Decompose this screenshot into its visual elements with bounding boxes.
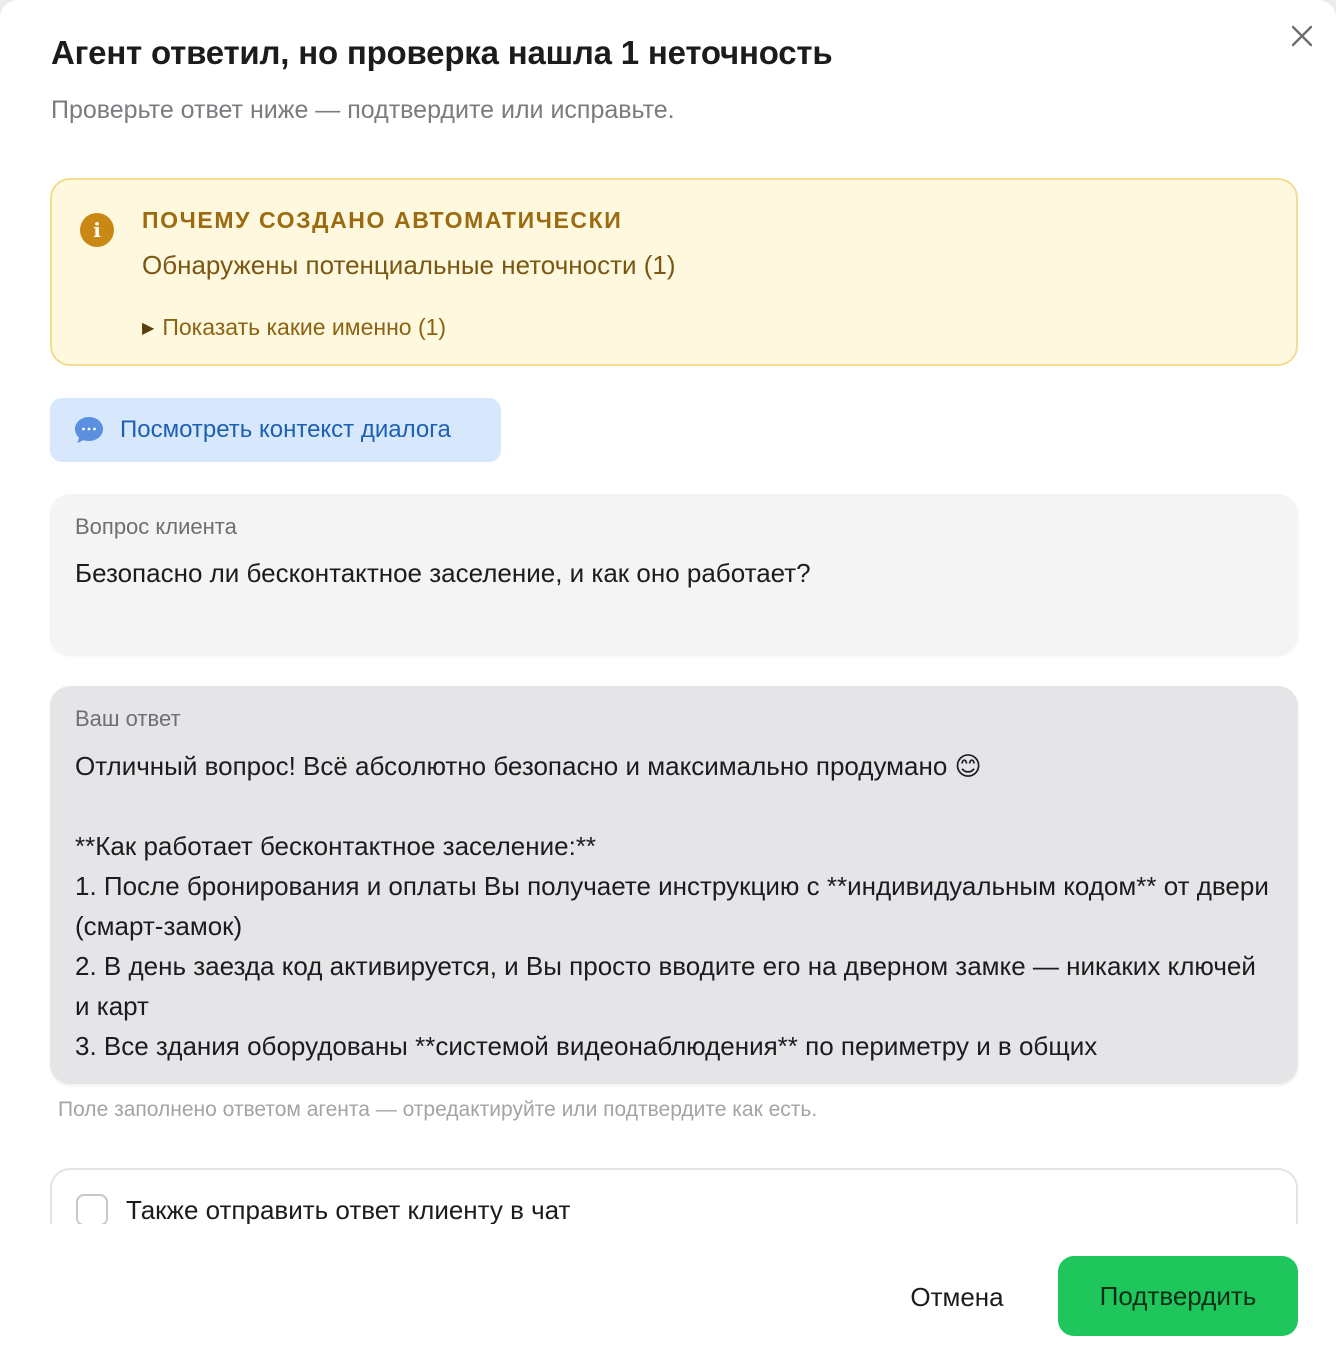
show-inaccuracies-toggle[interactable]: ▶ Показать какие именно (1) xyxy=(142,314,446,341)
dialog-title: Агент ответил, но проверка нашла 1 неточ… xyxy=(51,34,833,71)
context-button-label: Посмотреть контекст диалога xyxy=(120,416,451,443)
expand-triangle-icon: ▶ xyxy=(142,319,155,337)
answer-label: Ваш ответ xyxy=(75,706,181,731)
dialog-subtitle: Проверьте ответ ниже — подтвердите или и… xyxy=(51,96,675,124)
send-to-chat-label: Также отправить ответ клиенту в чат xyxy=(126,1195,571,1225)
send-to-chat-row[interactable]: Также отправить ответ клиенту в чат xyxy=(50,1168,1298,1226)
cancel-button[interactable]: Отмена xyxy=(880,1258,1034,1336)
toggle-label: Показать какие именно (1) xyxy=(162,314,447,340)
question-label: Вопрос клиента xyxy=(75,514,237,539)
notice-text: Обнаружены потенциальные неточности (1) xyxy=(142,250,676,280)
client-question-card: Вопрос клиента Безопасно ли бесконтактно… xyxy=(50,494,1298,654)
question-text: Безопасно ли бесконтактное заселение, и … xyxy=(75,558,811,588)
answer-textarea[interactable] xyxy=(75,746,1275,1084)
review-dialog: Агент ответил, но проверка нашла 1 неточ… xyxy=(0,0,1336,1366)
close-button[interactable] xyxy=(1286,20,1318,52)
auto-created-notice: i ПОЧЕМУ СОЗДАНО АВТОМАТИЧЕСКИ Обнаружен… xyxy=(50,178,1298,366)
chat-bubble-icon xyxy=(75,417,103,443)
answer-hint: Поле заполнено ответом агента — отредакт… xyxy=(58,1098,818,1121)
send-to-chat-checkbox[interactable] xyxy=(76,1194,108,1226)
answer-card: Ваш ответ xyxy=(50,686,1298,1084)
notice-heading: ПОЧЕМУ СОЗДАНО АВТОМАТИЧЕСКИ xyxy=(142,207,623,233)
view-dialog-context-button[interactable]: Посмотреть контекст диалога xyxy=(50,398,501,462)
close-icon xyxy=(1291,25,1313,47)
confirm-button[interactable]: Подтвердить xyxy=(1058,1256,1298,1336)
info-icon: i xyxy=(80,213,114,247)
